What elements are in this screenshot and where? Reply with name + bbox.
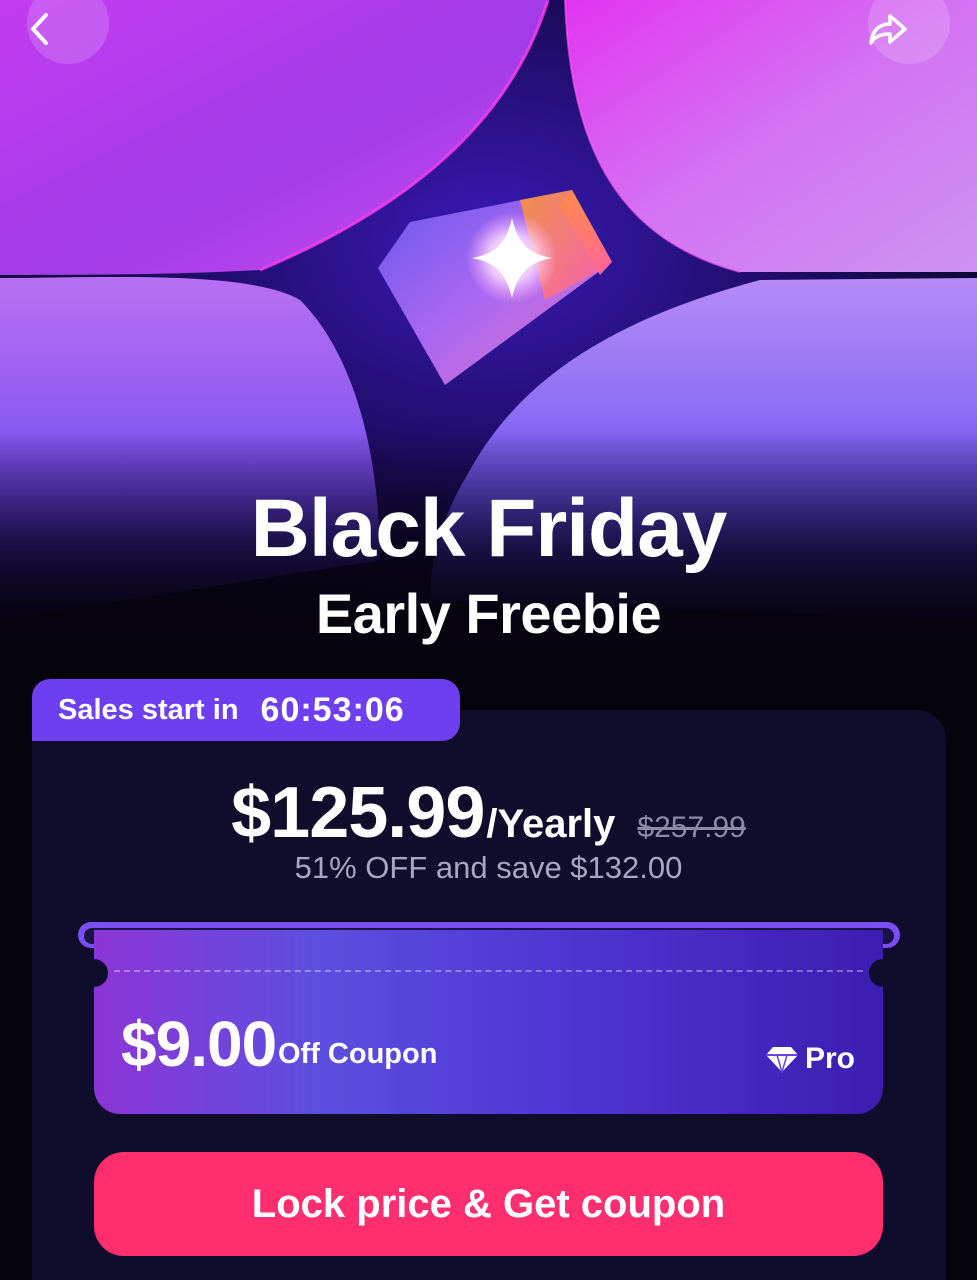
pro-badge: Pro [765,1044,855,1074]
countdown-timer: 60:53:06 [260,690,405,729]
diamond-icon [765,1047,798,1073]
current-price: $125.99 [231,773,485,853]
price-row: $125.99 /Yearly $257.99 [0,772,977,854]
countdown-badge: Sales start in 60:53:06 [32,679,460,741]
coupon-amount: $9.00 [121,1008,277,1080]
page-subtitle: Early Freebie [315,582,662,645]
pro-badge-label: Pro [804,1042,855,1075]
coupon-notch-right [869,959,883,987]
page-title: Black Friday [250,483,728,574]
original-price: $257.99 [637,811,746,844]
coupon-ticket: $9.00 Off Coupon Pro [94,930,883,1114]
hero-banner: Black Friday Early Freebie [0,0,977,700]
price-period: /Yearly [486,802,616,846]
share-arrow-icon [869,14,907,45]
countdown-label: Sales start in [58,693,239,726]
lock-price-button[interactable]: Lock price & Get coupon [94,1152,883,1256]
coupon-notch-left [94,959,108,987]
black-friday-page: Black Friday Early Freebie Sales start i… [0,0,977,1280]
coupon-divider [114,970,863,972]
chevron-left-icon [31,13,48,45]
coupon-label: Off Coupon [278,1038,438,1070]
savings-text: 51% OFF and save $132.00 [294,850,683,885]
